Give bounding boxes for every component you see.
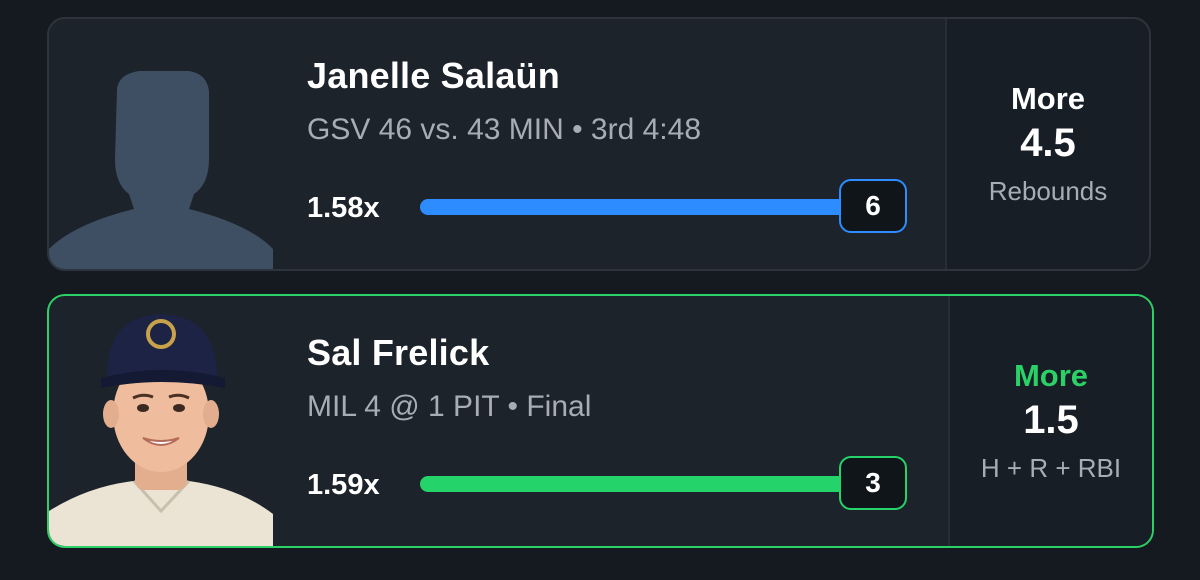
pick-direction: More: [1010, 81, 1086, 116]
game-info: GSV 46 vs. 43 MIN • 3rd 4:48: [307, 113, 702, 146]
player-avatar: [49, 296, 275, 546]
pick-direction: More: [1013, 358, 1089, 393]
progress-bar-fill: [420, 476, 850, 492]
pick-line-value: 1.5: [1023, 398, 1079, 442]
pick-card-janelle-salaun[interactable]: Janelle Salaün GSV 46 vs. 43 MIN • 3rd 4…: [47, 17, 1151, 271]
pick-line-panel[interactable]: More 4.5 Rebounds: [945, 19, 1149, 269]
player-name: Janelle Salaün: [307, 55, 560, 96]
pick-stat-type: Rebounds: [988, 176, 1108, 206]
payout-multiplier: 1.59x: [307, 469, 380, 501]
player-headshot-icon: [49, 314, 273, 546]
progress-bar: [420, 476, 850, 492]
current-stat-badge: 6: [839, 179, 907, 233]
payout-multiplier: 1.58x: [307, 192, 380, 224]
progress-bar: [420, 199, 850, 215]
progress-bar-fill: [420, 199, 850, 215]
pick-line-panel[interactable]: More 1.5 H + R + RBI: [948, 296, 1152, 546]
player-silhouette-icon: [49, 71, 273, 269]
pick-card-sal-frelick[interactable]: Sal Frelick MIL 4 @ 1 PIT • Final 1.59x …: [47, 294, 1154, 548]
pick-stat-type: H + R + RBI: [980, 453, 1122, 483]
pick-line-value: 4.5: [1020, 121, 1076, 165]
game-info: MIL 4 @ 1 PIT • Final: [307, 390, 592, 423]
current-stat-badge: 3: [839, 456, 907, 510]
player-avatar: [49, 19, 275, 269]
player-name: Sal Frelick: [307, 332, 490, 373]
